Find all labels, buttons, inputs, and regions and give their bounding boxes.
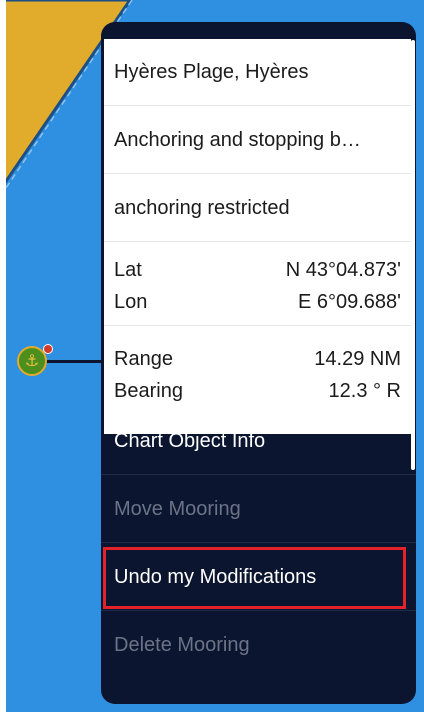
move-mooring-label: Move Mooring [114, 497, 241, 520]
lon-value: E 6°09.688' [297, 290, 401, 313]
lat-value: N 43°04.873' [285, 258, 401, 281]
bearing-value: 12.3 ° R [328, 379, 401, 402]
undo-modifications-label: Undo my Modifications [114, 565, 317, 588]
screen-frame-left [0, 0, 6, 717]
lon-label: Lon [114, 290, 148, 313]
object-info-card: Hyères Plage, Hyères Anchoring and stopp… [104, 39, 411, 434]
map-screen[interactable]: ⚓ Hyères Plage, Hyères Anchoring and sto… [0, 0, 424, 717]
lat-line: Lat N 43°04.873' [114, 254, 401, 286]
popup-scrollbar[interactable] [411, 40, 415, 470]
range-value: 14.29 NM [314, 347, 401, 370]
object-name: Anchoring and stopping b… [114, 128, 361, 151]
chart-object-info-label: Chart Object Info [114, 429, 266, 452]
lat-label: Lat [114, 258, 142, 281]
anchor-icon: ⚓ [24, 351, 40, 370]
place-name: Hyères Plage, Hyères [114, 60, 309, 83]
screen-frame-bottom [0, 712, 424, 717]
chart-object-info-button[interactable]: Chart Object Info [101, 408, 416, 475]
place-row: Hyères Plage, Hyères [104, 39, 411, 106]
lon-line: Lon E 6°09.688' [114, 286, 401, 318]
mooring-modified-badge [43, 344, 53, 354]
bearing-line: Bearing 12.3 ° R [114, 375, 401, 407]
restriction-text: anchoring restricted [114, 196, 290, 219]
bearing-label: Bearing [114, 379, 183, 402]
callout-leader-line [46, 360, 102, 363]
range-line: Range 14.29 NM [114, 343, 401, 375]
object-name-row: Anchoring and stopping b… [104, 107, 411, 174]
delete-mooring-button[interactable]: Delete Mooring [101, 612, 416, 679]
mooring-popup: Hyères Plage, Hyères Anchoring and stopp… [101, 22, 416, 704]
restriction-row: anchoring restricted [104, 175, 411, 242]
undo-modifications-button[interactable]: Undo my Modifications [101, 544, 416, 611]
delete-mooring-label: Delete Mooring [114, 634, 250, 656]
position-row: Lat N 43°04.873' Lon E 6°09.688' [104, 243, 411, 326]
move-mooring-button[interactable]: Move Mooring [101, 476, 416, 543]
range-label: Range [114, 347, 173, 370]
